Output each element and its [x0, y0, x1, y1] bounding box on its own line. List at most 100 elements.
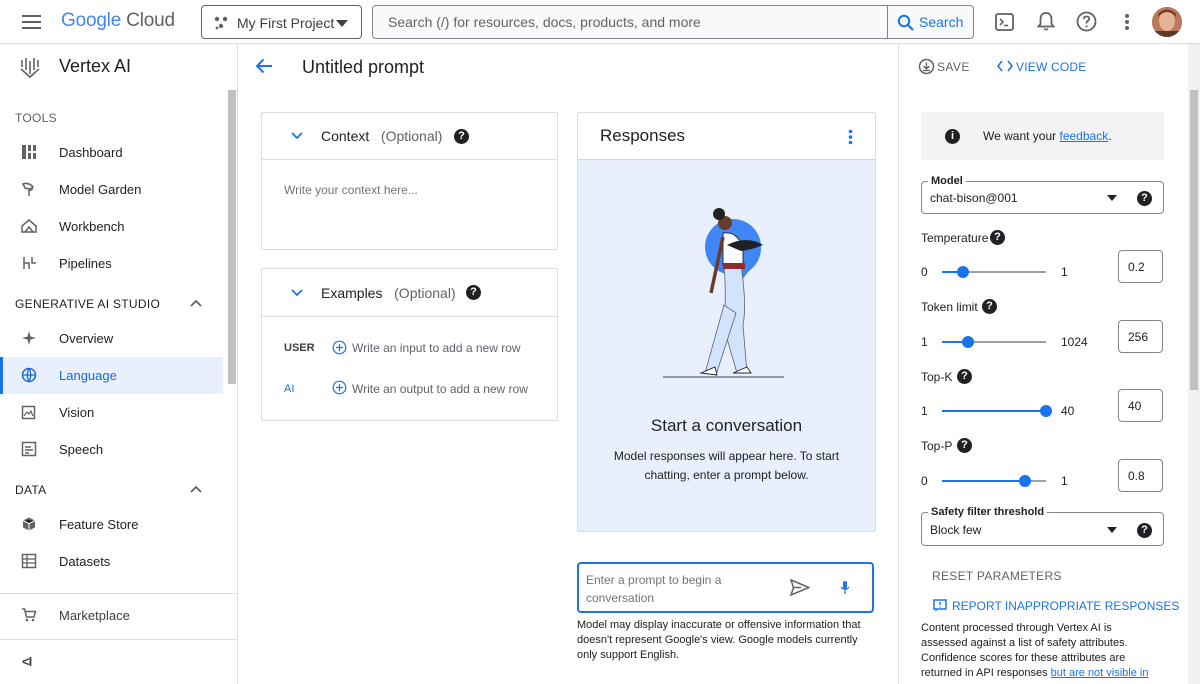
section-header-data[interactable]: DATA [15, 483, 46, 497]
slider-thumb[interactable] [962, 336, 974, 348]
nav-item-pipelines[interactable]: Pipelines [0, 245, 223, 282]
page-scrollbar-thumb[interactable] [1190, 90, 1198, 390]
top-k-slider[interactable] [942, 405, 1052, 417]
top-p-input[interactable]: 0.8 [1118, 459, 1163, 492]
top-p-slider[interactable] [942, 475, 1046, 487]
cart-icon [21, 607, 39, 625]
optional-label: (Optional) [394, 285, 456, 301]
prompt-box [577, 562, 874, 613]
safety-info-link[interactable]: but are not visible in [1051, 667, 1149, 679]
google-cloud-logo[interactable]: Google Cloud [61, 10, 175, 32]
report-responses-link[interactable]: REPORT INAPPROPRIATE RESPONSES [952, 599, 1179, 613]
back-arrow-icon[interactable] [255, 57, 274, 75]
chevron-down-icon[interactable] [291, 289, 303, 297]
slider-thumb[interactable] [1040, 405, 1052, 417]
collapse-nav-icon[interactable]: <I [22, 654, 32, 669]
section-header-tools: TOOLS [15, 111, 57, 125]
user-input-placeholder[interactable]: Write an input to add a new row [352, 341, 521, 355]
temperature-input[interactable]: 0.2 [1118, 250, 1163, 283]
report-flag-icon [933, 599, 947, 612]
top-p-min: 0 [921, 474, 928, 488]
help-icon[interactable]: ? [990, 230, 1005, 245]
nav-item-datasets[interactable]: Datasets [0, 543, 223, 580]
chevron-up-icon[interactable] [190, 485, 202, 493]
ai-row-label: AI [284, 383, 295, 395]
prompt-input[interactable] [579, 564, 779, 611]
token-limit-slider[interactable] [942, 336, 1046, 348]
feedback-suffix: . [1108, 129, 1112, 143]
slider-thumb[interactable] [956, 266, 969, 278]
view-code-button[interactable]: VIEW CODE [1016, 60, 1086, 74]
more-vert-icon[interactable] [848, 129, 853, 145]
section-header-generative-ai-studio[interactable]: GENERATIVE AI STUDIO [15, 297, 160, 311]
safety-info-text: Content processed through Vertex AI is a… [921, 621, 1161, 681]
reset-parameters-button[interactable]: RESET PARAMETERS [932, 569, 1062, 583]
help-icon[interactable]: ? [957, 438, 972, 453]
help-icon[interactable]: ? [1137, 523, 1152, 538]
help-icon[interactable]: ? [957, 369, 972, 384]
speech-icon [21, 441, 39, 459]
safety-filter-select[interactable]: Safety filter threshold Block few ? [921, 506, 1164, 546]
project-selector[interactable]: My First Project [201, 5, 362, 39]
top-k-label: Top-K [921, 370, 953, 384]
search-button[interactable]: Search [887, 6, 974, 38]
feedback-prefix: We want your [983, 129, 1060, 143]
more-options-icon[interactable] [1124, 13, 1130, 31]
add-circle-icon[interactable] [332, 380, 347, 395]
context-input[interactable] [272, 175, 542, 235]
responses-title: Responses [600, 126, 686, 145]
feedback-link[interactable]: feedback [1059, 129, 1108, 143]
slider-thumb[interactable] [1019, 475, 1032, 487]
model-label: Model [928, 175, 966, 187]
slider-fill [942, 410, 1046, 412]
ai-output-placeholder[interactable]: Write an output to add a new row [352, 382, 528, 396]
nav-item-label: Feature Store [59, 517, 139, 532]
nav-item-overview[interactable]: Overview [0, 320, 223, 357]
feature-store-icon [21, 516, 39, 534]
top-p-max: 1 [1061, 474, 1068, 488]
help-icon[interactable]: ? [454, 129, 469, 144]
nav-item-language[interactable]: Language [0, 357, 223, 394]
nav-item-speech[interactable]: Speech [0, 431, 223, 468]
project-hub-icon [213, 15, 229, 31]
examples-card: Examples (Optional) ? USER Write an inpu… [261, 268, 558, 421]
search-input[interactable] [374, 7, 884, 37]
feedback-banner: i We want your feedback. [921, 112, 1164, 160]
chevron-down-icon[interactable] [291, 132, 303, 140]
notifications-icon[interactable] [1037, 11, 1055, 32]
top-p-label: Top-P [921, 439, 953, 453]
token-limit-label: Token limit [921, 300, 978, 314]
nav-item-dashboard[interactable]: Dashboard [0, 134, 223, 171]
nav-item-vision[interactable]: Vision [0, 394, 223, 431]
nav-divider [0, 639, 237, 640]
model-select[interactable]: Model chat-bison@001 ? [921, 175, 1164, 214]
help-icon[interactable]: ? [1137, 191, 1152, 206]
cloud-shell-icon[interactable] [995, 13, 1014, 31]
nav-item-label: Workbench [59, 219, 125, 234]
nav-item-model-garden[interactable]: Model Garden [0, 171, 223, 208]
token-limit-min: 1 [921, 335, 928, 349]
nav-item-label: Dashboard [59, 145, 123, 160]
chevron-up-icon[interactable] [190, 299, 202, 307]
token-limit-input[interactable]: 256 [1118, 320, 1163, 353]
menu-icon[interactable] [22, 13, 42, 31]
nav-item-workbench[interactable]: Workbench [0, 208, 223, 245]
nav-scrollbar[interactable] [228, 90, 236, 384]
save-button[interactable]: SAVE [937, 60, 970, 74]
help-icon[interactable] [1076, 11, 1097, 32]
send-icon[interactable] [790, 579, 810, 596]
help-icon[interactable]: ? [466, 285, 481, 300]
nav-item-marketplace[interactable]: Marketplace [0, 597, 223, 634]
add-circle-icon[interactable] [332, 340, 347, 355]
page-title[interactable]: Untitled prompt [302, 57, 424, 78]
page-scrollbar[interactable] [1188, 44, 1200, 684]
user-avatar[interactable] [1152, 7, 1182, 37]
nav-item-label: Model Garden [59, 182, 142, 197]
microphone-icon[interactable] [840, 580, 850, 595]
search-icon [897, 14, 914, 31]
temperature-slider[interactable] [942, 266, 1046, 278]
nav-item-feature-store[interactable]: Feature Store [0, 506, 223, 543]
examples-label: Examples [321, 285, 383, 301]
top-k-input[interactable]: 40 [1118, 389, 1163, 422]
help-icon[interactable]: ? [982, 299, 997, 314]
